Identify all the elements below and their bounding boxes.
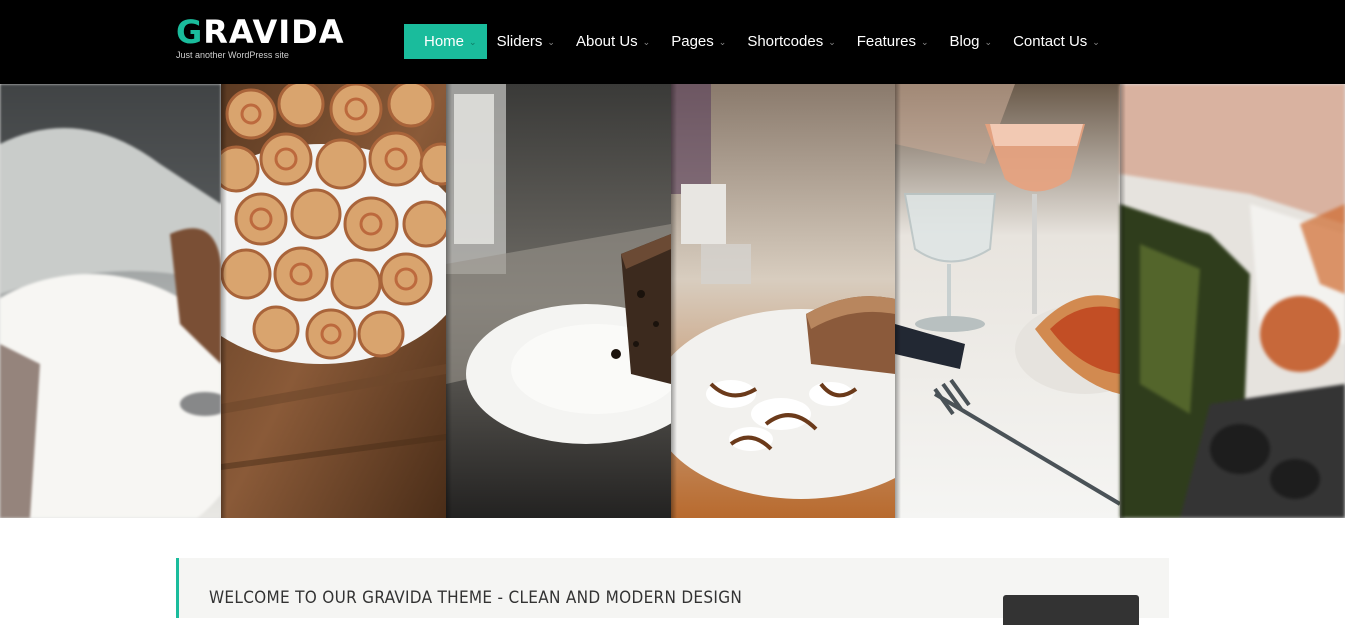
nav-item-home[interactable]: Home ⌄ xyxy=(404,24,487,59)
nav-label-shortcodes: Shortcodes xyxy=(747,33,824,50)
welcome-cta-button[interactable] xyxy=(1003,595,1139,625)
slide-panel-3 xyxy=(446,84,671,518)
chevron-down-icon: ⌄ xyxy=(984,37,993,47)
welcome-heading: WELCOME TO OUR GRAVIDA THEME - CLEAN AND… xyxy=(209,588,743,608)
chevron-down-icon: ⌄ xyxy=(547,37,555,47)
nav-label-pages: Pages xyxy=(671,33,714,50)
chevron-down-icon: ⌄ xyxy=(718,37,727,47)
slide-panel-5 xyxy=(895,84,1120,518)
site-title[interactable]: GRAVIDA xyxy=(176,14,345,50)
chevron-down-icon: ⌄ xyxy=(828,37,836,47)
nav-item-features[interactable]: Features ⌄ xyxy=(847,24,940,59)
slide-panel-4 xyxy=(671,84,895,518)
chevron-down-icon: ⌄ xyxy=(920,37,929,47)
nav-label-contact-us: Contact Us xyxy=(1013,33,1088,50)
nav-label-sliders: Sliders xyxy=(496,33,543,50)
site-tagline: Just another WordPress site xyxy=(176,50,289,60)
site-header: GRAVIDA Just another WordPress site Home… xyxy=(0,0,1345,84)
slide-panel-1 xyxy=(0,84,221,518)
nav-item-about-us[interactable]: About Us ⌄ xyxy=(566,24,661,59)
nav-item-shortcodes[interactable]: Shortcodes ⌄ xyxy=(737,24,846,59)
chevron-down-icon: ⌄ xyxy=(469,37,477,47)
chevron-down-icon: ⌄ xyxy=(642,37,651,47)
nav-item-pages[interactable]: Pages ⌄ xyxy=(661,24,737,59)
chevron-down-icon: ⌄ xyxy=(1092,37,1100,47)
slide-panel-6 xyxy=(1120,84,1345,518)
slide-panel-2 xyxy=(221,84,446,518)
nav-item-blog[interactable]: Blog ⌄ xyxy=(940,24,1004,59)
nav-label-blog: Blog xyxy=(949,33,980,50)
welcome-banner: WELCOME TO OUR GRAVIDA THEME - CLEAN AND… xyxy=(176,558,1169,625)
nav-item-sliders[interactable]: Sliders ⌄ xyxy=(487,24,566,59)
nav-label-about-us: About Us xyxy=(575,33,638,50)
site-title-rest: RAVIDA xyxy=(203,13,345,51)
nav-label-features: Features xyxy=(856,33,916,50)
main-navigation: Home ⌄ Sliders ⌄ About Us ⌄ Pages ⌄ Shor… xyxy=(404,24,1111,59)
site-logo[interactable]: GRAVIDA Just another WordPress site xyxy=(176,14,345,60)
site-title-first-letter: G xyxy=(176,13,204,51)
nav-label-home: Home xyxy=(424,33,465,50)
nav-item-contact-us[interactable]: Contact Us ⌄ xyxy=(1003,24,1111,59)
hero-slider[interactable] xyxy=(0,84,1345,518)
